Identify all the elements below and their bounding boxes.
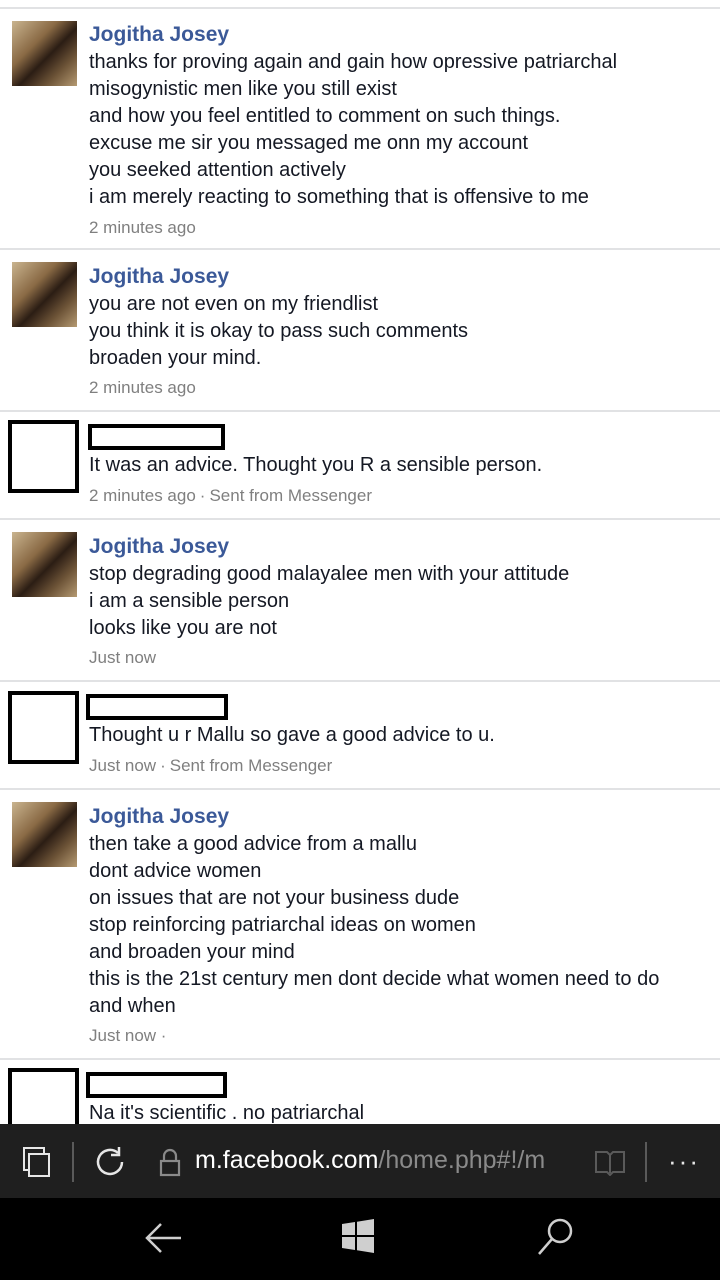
message-text: you think it is okay to pass such commen… [89,320,469,342]
timestamp: Just now [89,756,157,775]
timestamp: Just now [89,648,157,667]
sender-name[interactable]: Jogitha Josey [89,805,229,829]
search-icon[interactable] [536,1216,576,1258]
message-item: Jogitha Josey then take a good advice fr… [0,790,720,1060]
toolbar-divider [72,1142,74,1182]
message-text: broaden your mind. [89,347,262,369]
message-item: Jogitha Josey you are not even on my fri… [0,250,720,412]
timestamp: 2 minutes ago [89,218,196,237]
message-text: you seeked attention actively [89,159,346,181]
message-text: stop degrading good malayalee men with y… [89,563,570,585]
timestamp: 2 minutes ago [89,486,196,505]
message-text: looks like you are not [89,617,277,639]
avatar-redacted [8,691,79,764]
message-text: and when [89,995,176,1017]
url-host: m.facebook.com [195,1146,379,1174]
sender-name-redacted [86,694,228,720]
back-arrow-icon[interactable] [143,1220,183,1256]
more-menu-button[interactable]: ··· [668,1146,700,1177]
sender-name[interactable]: Jogitha Josey [89,23,229,47]
message-text: stop reinforcing patriarchal ideas on wo… [89,914,476,936]
timestamp: 2 minutes ago [89,378,196,397]
message-meta: Just now · Sent from Messenger [89,756,333,775]
message-text: excuse me sir you messaged me onn my acc… [89,132,529,154]
tabs-icon[interactable] [22,1146,52,1178]
message-text: and broaden your mind [89,941,295,963]
browser-toolbar: m.facebook.com/home.php#!/m ··· [0,1124,720,1198]
sender-name[interactable]: Jogitha Josey [89,265,229,289]
message-text: misogynistic men like you still exist [89,78,397,100]
refresh-icon[interactable] [92,1144,128,1180]
source-label: Sent from Messenger [209,486,372,505]
toolbar-divider [645,1142,647,1182]
message-meta: 2 minutes ago · Sent from Messenger [89,486,372,505]
avatar[interactable] [12,21,77,86]
source-label: Sent from Messenger [169,756,333,775]
reading-view-icon[interactable] [594,1148,626,1177]
sender-name-redacted [86,1072,227,1098]
message-text: on issues that are not your business dud… [89,887,460,909]
message-text: Na it's scientific . no patriarchal [89,1102,365,1124]
system-navigation-bar [0,1198,720,1280]
message-item: It was an advice. Thought you R a sensib… [0,412,720,520]
message-text: i am a sensible person [89,590,290,612]
message-text: and how you feel entitled to comment on … [89,105,561,127]
message-text: i am merely reacting to something that i… [89,186,589,208]
avatar-redacted [8,420,79,493]
message-text: thanks for proving again and gain how op… [89,51,618,73]
url-path: /home.php#!/m [378,1146,546,1174]
avatar[interactable] [12,802,77,867]
message-item: Thought u r Mallu so gave a good advice … [0,682,720,790]
timestamp: Just now · [89,1026,167,1045]
message-text: then take a good advice from a mallu [89,833,417,855]
message-text: Thought u r Mallu so gave a good advice … [89,724,495,746]
message-item: Jogitha Josey stop degrading good malaya… [0,520,720,682]
windows-logo-icon[interactable] [340,1218,376,1254]
message-text: dont advice women [89,860,262,882]
lock-icon [158,1148,182,1178]
message-item: Jogitha Josey thanks for proving again a… [0,7,720,250]
sender-name[interactable]: Jogitha Josey [89,535,229,559]
message-text: you are not even on my friendlist [89,293,379,315]
message-text: It was an advice. Thought you R a sensib… [89,454,543,476]
message-item: Na it's scientific . no patriarchal [0,1060,720,1134]
message-text: this is the 21st century men dont decide… [89,968,660,990]
sender-name-redacted [88,424,225,450]
avatar[interactable] [12,262,77,327]
avatar[interactable] [12,532,77,597]
address-bar[interactable]: m.facebook.com/home.php#!/m [195,1146,575,1175]
